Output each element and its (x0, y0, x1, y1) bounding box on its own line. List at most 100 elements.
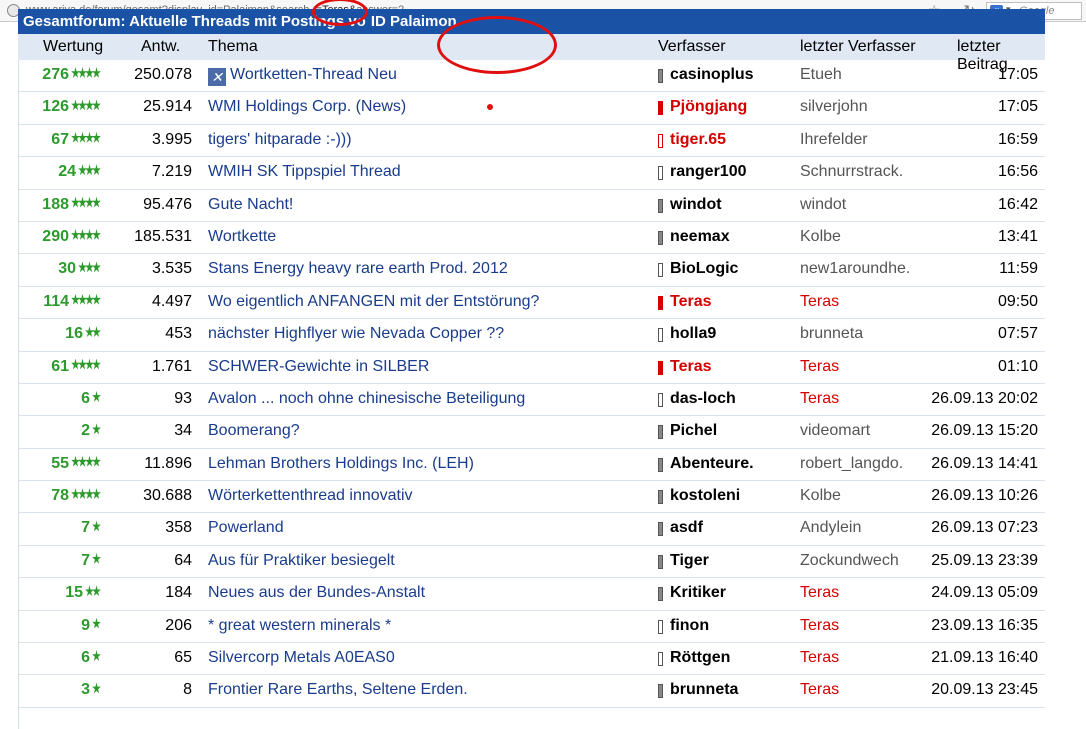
thread-link[interactable]: Boomerang? (208, 422, 300, 440)
thread-link[interactable]: WMIH SK Tippspiel Thread (208, 163, 401, 181)
column-thema[interactable]: Thema (208, 38, 258, 56)
last-post-time[interactable]: 16:42 (998, 196, 1038, 214)
last-post-time[interactable]: 26.09.13 10:26 (931, 487, 1038, 505)
score-value: 30 (58, 260, 76, 278)
last-author-link[interactable]: Teras (800, 390, 839, 408)
reply-count: 4.497 (151, 292, 192, 310)
star-icon (85, 585, 94, 597)
last-author-link[interactable]: robert_langdo. (800, 455, 903, 473)
author-link[interactable]: Teras (670, 293, 712, 311)
author-link[interactable]: Kritiker (670, 584, 726, 602)
author-link[interactable]: windot (670, 196, 722, 214)
activity-bar-icon (658, 360, 663, 375)
star-icon (92, 228, 101, 240)
score-value: 9 (81, 616, 90, 634)
author-link[interactable]: Tiger (670, 552, 709, 570)
last-author-link[interactable]: Ihrefelder (800, 131, 868, 149)
last-post-time[interactable]: 09:50 (998, 293, 1038, 311)
thread-link[interactable]: Wo eigentlich ANFANGEN mit der Entstörun… (208, 293, 539, 311)
thread-link[interactable]: ✕ Wortketten-Thread Neu (208, 66, 397, 86)
last-author-link[interactable]: Kolbe (800, 228, 841, 246)
author-link[interactable]: neemax (670, 228, 730, 246)
thread-link[interactable]: tigers' hitparade :-))) (208, 131, 352, 149)
thread-title: WMIH SK Tippspiel Thread (208, 163, 401, 181)
thread-link[interactable]: nächster Highflyer wie Nevada Copper ?? (208, 325, 504, 343)
last-author-link[interactable]: Schnurrstrack. (800, 163, 903, 181)
author-link[interactable]: Abenteure. (670, 455, 754, 473)
last-author-link[interactable]: Kolbe (800, 487, 841, 505)
last-post-time[interactable]: 26.09.13 15:20 (931, 422, 1038, 440)
thread-link[interactable]: Avalon ... noch ohne chinesische Beteili… (208, 390, 525, 408)
last-author-link[interactable]: Teras (800, 584, 839, 602)
last-author-link[interactable]: new1aroundhe. (800, 260, 910, 278)
column-letzter-verfasser[interactable]: letzter Verfasser (800, 38, 916, 56)
author-link[interactable]: kostoleni (670, 487, 740, 505)
last-author-link[interactable]: Teras (800, 617, 839, 635)
last-post-time[interactable]: 13:41 (998, 228, 1038, 246)
last-author-link[interactable]: brunneta (800, 325, 863, 343)
author-link[interactable]: brunneta (670, 681, 738, 699)
table-row: 9 206 * great western minerals * finon Teras… (18, 611, 1045, 644)
last-post-time[interactable]: 26.09.13 20:02 (931, 390, 1038, 408)
activity-bar-icon (658, 133, 663, 148)
thread-link[interactable]: Stans Energy heavy rare earth Prod. 2012 (208, 260, 508, 278)
last-author-link[interactable]: windot (800, 196, 846, 214)
reply-count: 34 (174, 422, 192, 440)
last-post-time[interactable]: 24.09.13 05:09 (931, 584, 1038, 602)
author-link[interactable]: Teras (670, 358, 712, 376)
rating-stars-icon (85, 325, 101, 339)
last-author-link[interactable]: Teras (800, 681, 839, 699)
thread-link[interactable]: * great western minerals * (208, 617, 391, 635)
last-post-time[interactable]: 26.09.13 07:23 (931, 519, 1038, 537)
last-author-link[interactable]: silverjohn (800, 98, 868, 116)
last-post-time[interactable]: 16:56 (998, 163, 1038, 181)
last-post-time[interactable]: 21.09.13 16:40 (931, 649, 1038, 667)
last-author-link[interactable]: Teras (800, 358, 839, 376)
last-author-link[interactable]: Teras (800, 649, 839, 667)
column-antw[interactable]: Antw. (141, 38, 180, 56)
thread-link[interactable]: SCHWER-Gewichte in SILBER (208, 358, 429, 376)
column-wertung[interactable]: Wertung (43, 38, 103, 56)
last-author-link[interactable]: Teras (800, 293, 839, 311)
author-link[interactable]: holla9 (670, 325, 716, 343)
thread-link[interactable]: Gute Nacht! (208, 196, 293, 214)
thread-link[interactable]: WMI Holdings Corp. (News) (208, 98, 406, 116)
star-icon (92, 617, 101, 629)
close-icon[interactable]: ✕ (208, 68, 226, 86)
thread-link[interactable]: Wortkette (208, 228, 276, 246)
last-author-link[interactable]: videomart (800, 422, 870, 440)
thread-link[interactable]: Frontier Rare Earths, Seltene Erden. (208, 681, 468, 699)
column-verfasser[interactable]: Verfasser (658, 38, 726, 56)
last-author-link[interactable]: Zockundwech (800, 552, 899, 570)
thread-link[interactable]: Lehman Brothers Holdings Inc. (LEH) (208, 455, 474, 473)
author-link[interactable]: BioLogic (670, 260, 738, 278)
last-post-time[interactable]: 20.09.13 23:45 (931, 681, 1038, 699)
thread-link[interactable]: Neues aus der Bundes-Anstalt (208, 584, 425, 602)
thread-link[interactable]: Silvercorp Metals A0EAS0 (208, 649, 395, 667)
thread-link[interactable]: Powerland (208, 519, 284, 537)
last-post-time[interactable]: 16:59 (998, 131, 1038, 149)
last-post-time[interactable]: 17:05 (998, 98, 1038, 116)
last-post-time[interactable]: 01:10 (998, 358, 1038, 376)
last-post-time[interactable]: 26.09.13 14:41 (931, 455, 1038, 473)
annotation-circle-id (437, 16, 557, 74)
last-post-time[interactable]: 11:59 (999, 260, 1038, 278)
author-link[interactable]: das-loch (670, 390, 736, 408)
author-link[interactable]: asdf (670, 519, 703, 537)
last-post-time[interactable]: 17:05 (998, 66, 1038, 84)
last-author-link[interactable]: Etueh (800, 66, 842, 84)
author-link[interactable]: casinoplus (670, 66, 754, 84)
last-post-time[interactable]: 25.09.13 23:39 (931, 552, 1038, 570)
author-link[interactable]: Pichel (670, 422, 717, 440)
last-post-time[interactable]: 23.09.13 16:35 (931, 617, 1038, 635)
author-link[interactable]: ranger100 (670, 163, 747, 181)
last-post-time[interactable]: 07:57 (998, 325, 1038, 343)
thread-link[interactable]: Aus für Praktiker besiegelt (208, 552, 395, 570)
author-link[interactable]: Röttgen (670, 649, 730, 667)
last-author-link[interactable]: Andylein (800, 519, 861, 537)
author-link[interactable]: tiger.65 (670, 131, 726, 149)
thread-link[interactable]: Wörterkettenthread innovativ (208, 487, 413, 505)
author-link[interactable]: Pjöngjang (670, 98, 747, 116)
rating-stars-icon (71, 66, 101, 80)
author-link[interactable]: finon (670, 617, 709, 635)
